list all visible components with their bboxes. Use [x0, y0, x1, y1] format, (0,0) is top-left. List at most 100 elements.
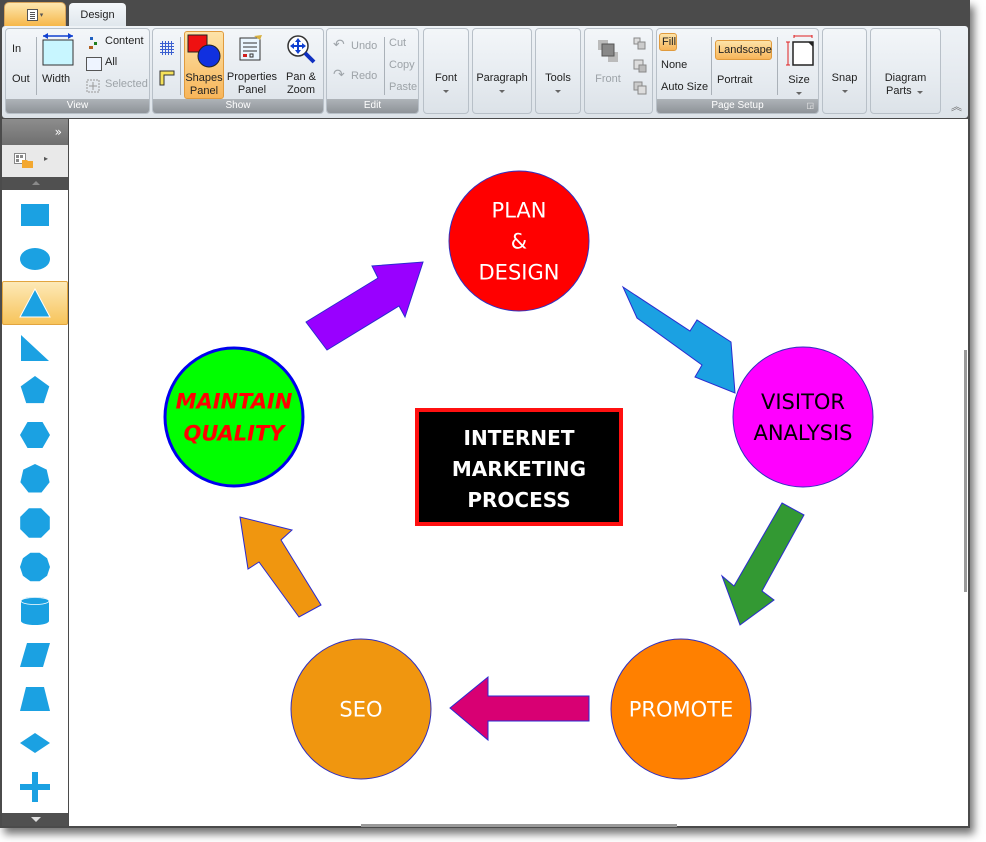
portrait-button[interactable]: Portrait	[717, 74, 752, 86]
vertical-scrollbar[interactable]	[964, 350, 967, 592]
auto-size-button[interactable]: Auto Size	[661, 81, 708, 93]
group-view: In Out Width Content All Selected View	[5, 28, 150, 114]
heptagon-icon	[20, 464, 50, 493]
node-visitor[interactable]: VISITOR ANALYSIS	[732, 346, 874, 488]
shape-tool-triangle[interactable]	[2, 281, 68, 325]
node-maintain[interactable]: MAINTAIN QUALITY	[163, 346, 305, 488]
shape-tool-pentagon[interactable]	[2, 369, 68, 413]
arrow-plan-to-visitor[interactable]	[621, 285, 736, 394]
tab-design[interactable]: Design	[69, 3, 126, 27]
cylinder-icon	[20, 597, 50, 625]
document-icon	[26, 8, 38, 21]
shape-tool-octagon[interactable]	[2, 501, 68, 545]
shape-tool-hexagon[interactable]	[2, 413, 68, 457]
snap-button[interactable]: Snap	[822, 28, 867, 114]
triangle-icon	[19, 287, 51, 318]
node-seo[interactable]: SEO	[290, 638, 432, 780]
grid-icon[interactable]	[160, 41, 174, 55]
zoom-out-button[interactable]: Out	[12, 73, 30, 85]
landscape-button[interactable]: Landscape	[715, 40, 772, 60]
none-button[interactable]: None	[661, 59, 687, 71]
title-line: INTERNET	[464, 426, 575, 450]
page-icon	[86, 57, 102, 71]
expand-panel-button[interactable]: »	[2, 119, 68, 145]
shape-category-selector[interactable]: ▸	[2, 145, 68, 177]
send-backward-icon[interactable]	[633, 59, 647, 73]
arrow-maintain-to-plan[interactable]	[305, 261, 424, 351]
node-plan-label: &	[511, 230, 527, 254]
page-size-button[interactable]: Size	[781, 31, 817, 99]
diagram-canvas[interactable]: PLAN & DESIGN VISITOR ANALYSIS PROMOTE SEO MAIN…	[69, 119, 968, 826]
horizontal-scrollbar[interactable]	[361, 824, 677, 827]
shape-tool-parallelogram[interactable]	[2, 633, 68, 677]
group-label-edit: Edit	[327, 99, 418, 113]
undo-button[interactable]: ↶ Undo	[331, 37, 383, 55]
width-button[interactable]: Width	[40, 33, 76, 95]
group-label-show: Show	[153, 99, 323, 113]
bring-front-icon	[598, 40, 618, 62]
content-icon	[89, 37, 97, 49]
arrow-down-icon	[31, 817, 41, 822]
page-size-icon	[786, 35, 814, 66]
chevron-down-icon	[499, 90, 505, 93]
pan-zoom-button[interactable]: Pan & Zoom	[280, 31, 322, 99]
collapse-ribbon-icon[interactable]: ︽	[951, 98, 962, 114]
diagram-parts-button[interactable]: Diagram Parts	[870, 28, 941, 114]
arrow-visitor-to-promote[interactable]	[720, 502, 805, 626]
shape-tool-cylinder[interactable]	[2, 589, 68, 633]
right-triangle-icon	[21, 335, 49, 361]
zoom-in-button[interactable]: In	[12, 43, 21, 55]
node-maintain-label: MAINTAIN	[176, 390, 293, 414]
title-box[interactable]: INTERNET MARKETING PROCESS	[415, 408, 623, 526]
diagram-drawing: PLAN & DESIGN VISITOR ANALYSIS PROMOTE SEO MAIN…	[163, 170, 874, 780]
arrow-promote-to-seo[interactable]	[449, 675, 590, 742]
chevron-down-icon: ▾	[39, 10, 44, 19]
application-menu-button[interactable]: ▾	[4, 2, 66, 26]
title-line: MARKETING	[452, 457, 586, 481]
shape-tool-decagon[interactable]	[2, 545, 68, 589]
copy-button[interactable]: Copy	[389, 59, 415, 71]
node-promote[interactable]: PROMOTE	[610, 638, 752, 780]
scroll-up-button[interactable]	[2, 177, 68, 190]
properties-panel-button[interactable]: Properties Panel	[226, 31, 278, 99]
node-seo-label: SEO	[339, 698, 382, 722]
shape-tool-right-triangle[interactable]	[2, 325, 68, 369]
paragraph-button[interactable]: Paragraph	[472, 28, 532, 114]
shape-tool-heptagon[interactable]	[2, 457, 68, 501]
shape-tool-rectangle[interactable]	[2, 193, 68, 237]
redo-button[interactable]: ↷ Redo	[331, 67, 383, 85]
shapes-panel-button[interactable]: Shapes Panel	[184, 31, 224, 99]
shape-tool-diamond[interactable]	[2, 721, 68, 765]
redo-icon: ↷	[333, 67, 345, 83]
node-visitor-circle[interactable]	[732, 346, 874, 488]
paste-button[interactable]: Paste	[389, 81, 417, 93]
dialog-launcher-icon[interactable]: ◲	[806, 99, 814, 113]
shape-tool-ellipse[interactable]	[2, 237, 68, 281]
node-promote-label: PROMOTE	[629, 698, 734, 722]
ellipse-icon	[20, 248, 50, 270]
scroll-down-button[interactable]	[2, 813, 68, 826]
fit-content-button[interactable]: Content	[86, 35, 148, 51]
fit-all-button[interactable]: All	[86, 56, 148, 72]
fit-selected-button[interactable]: Selected	[86, 78, 148, 94]
send-to-back-icon[interactable]	[633, 81, 647, 95]
bring-forward-icon[interactable]	[633, 37, 647, 51]
bring-to-front-button[interactable]: Front	[589, 33, 627, 93]
title-bar: ▾ Design	[0, 0, 970, 27]
shape-tool-cross[interactable]	[2, 765, 68, 809]
font-button[interactable]: Font	[423, 28, 469, 114]
chevron-down-icon	[555, 90, 561, 93]
shape-tool-trapezoid[interactable]	[2, 677, 68, 721]
node-plan[interactable]: PLAN & DESIGN	[448, 170, 590, 312]
fill-button[interactable]: Fill	[659, 33, 677, 51]
ruler-icon[interactable]	[159, 70, 175, 86]
cross-icon	[20, 772, 50, 802]
cut-button[interactable]: Cut	[389, 37, 406, 49]
group-edit: ↶ Undo ↷ Redo Cut Copy Paste Edit	[326, 28, 419, 114]
ribbon: In Out Width Content All Selected View S…	[2, 26, 968, 118]
node-maintain-circle[interactable]	[163, 346, 305, 488]
chevron-right-icon: ▸	[44, 154, 49, 163]
arrow-seo-to-maintain[interactable]	[239, 516, 322, 618]
group-page-setup: Fill None Auto Size Landscape Portrait S…	[656, 28, 819, 114]
tools-button[interactable]: Tools	[535, 28, 581, 114]
